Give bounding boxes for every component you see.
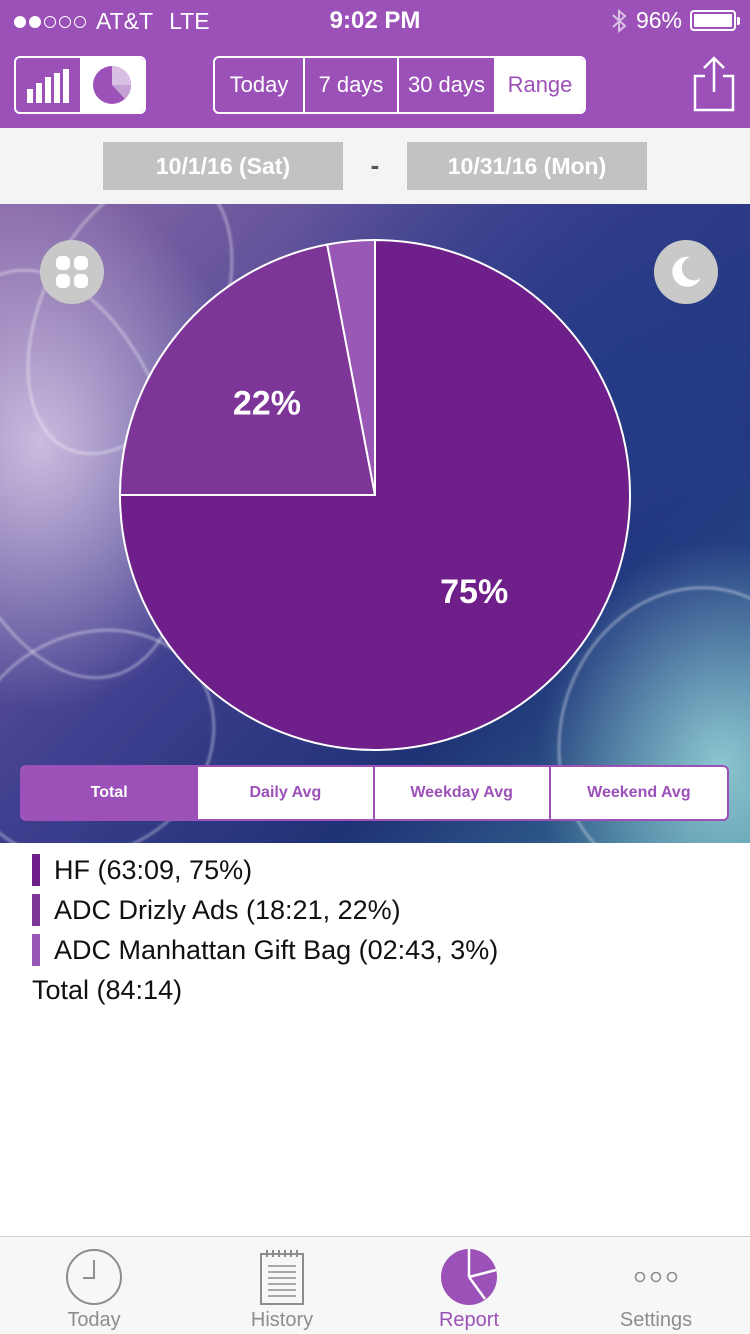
tab-label: History — [250, 1309, 314, 1331]
share-button[interactable] — [692, 56, 736, 112]
notepad-icon — [260, 1250, 304, 1305]
legend-swatch — [32, 934, 40, 966]
range-tab-today[interactable]: Today — [215, 58, 305, 112]
tab-label: Report — [438, 1309, 500, 1331]
legend-swatch — [32, 894, 40, 926]
pie-chart-icon — [93, 66, 132, 104]
range-tab-7-days[interactable]: 7 days — [305, 58, 399, 112]
range-tab-30-days[interactable]: 30 days — [399, 58, 496, 112]
tab-today[interactable]: Today — [0, 1237, 188, 1334]
legend-swatch — [32, 854, 40, 886]
battery-icon — [690, 10, 740, 31]
pie-chart-icon — [441, 1249, 497, 1305]
chart-view-toggle — [14, 56, 146, 114]
status-bar: AT&T LTE 9:02 PM 96% — [0, 0, 750, 40]
tab-label: Today — [67, 1309, 121, 1331]
range-tab-range[interactable]: Range — [496, 58, 584, 112]
stat-tab-total[interactable]: Total — [22, 767, 199, 819]
start-date-button[interactable]: 10/1/16 (Sat) — [103, 142, 343, 190]
legend: HF (63:09, 75%) ADC Drizly Ads (18:21, 2… — [32, 850, 498, 1010]
legend-label: ADC Manhattan Gift Bag (02:43, 3%) — [54, 934, 499, 965]
share-icon — [693, 56, 735, 112]
legend-label: HF (63:09, 75%) — [54, 854, 253, 885]
date-range-row: 10/1/16 (Sat) - 10/31/16 (Mon) — [0, 128, 750, 204]
stat-tab-weekend-avg[interactable]: Weekend Avg — [551, 767, 727, 819]
tab-settings[interactable]: Settings — [562, 1237, 750, 1334]
stat-tab-daily-avg[interactable]: Daily Avg — [198, 767, 375, 819]
legend-total: Total (84:14) — [32, 974, 183, 1005]
end-date-button[interactable]: 10/31/16 (Mon) — [407, 142, 647, 190]
tab-label: Settings — [619, 1309, 693, 1331]
stat-type-tabs: Total Daily Avg Weekday Avg Weekend Avg — [20, 765, 729, 821]
bar-chart-icon — [27, 69, 69, 103]
legend-item: ADC Manhattan Gift Bag (02:43, 3%) — [32, 930, 498, 970]
tab-bar: Today History Report Settings — [0, 1236, 750, 1334]
pie-chart: 75% 22% — [118, 238, 631, 751]
pie-view-button[interactable] — [80, 58, 144, 112]
legend-item: HF (63:09, 75%) — [32, 850, 498, 890]
clock-icon — [66, 1249, 122, 1305]
stat-tab-weekday-avg[interactable]: Weekday Avg — [375, 767, 551, 819]
date-range-selector: Today 7 days 30 days Range — [213, 56, 586, 114]
chart-area: 75% 22% Total Daily Avg Weekday Avg Weeke… — [0, 204, 750, 843]
legend-item: ADC Drizly Ads (18:21, 22%) — [32, 890, 498, 930]
bluetooth-icon — [612, 8, 627, 33]
battery-percent: 96% — [635, 7, 682, 33]
date-separator: - — [370, 150, 380, 180]
tab-history[interactable]: History — [188, 1237, 376, 1334]
tab-report[interactable]: Report — [375, 1237, 563, 1334]
top-bar: AT&T LTE 9:02 PM 96% Today 7 days 30 day… — [0, 0, 750, 128]
pie-slice-label: 22% — [233, 385, 301, 423]
legend-label: ADC Drizly Ads (18:21, 22%) — [54, 894, 401, 925]
more-icon — [634, 1271, 678, 1283]
bar-view-button[interactable] — [16, 58, 80, 112]
pie-slice-label: 75% — [440, 573, 508, 611]
